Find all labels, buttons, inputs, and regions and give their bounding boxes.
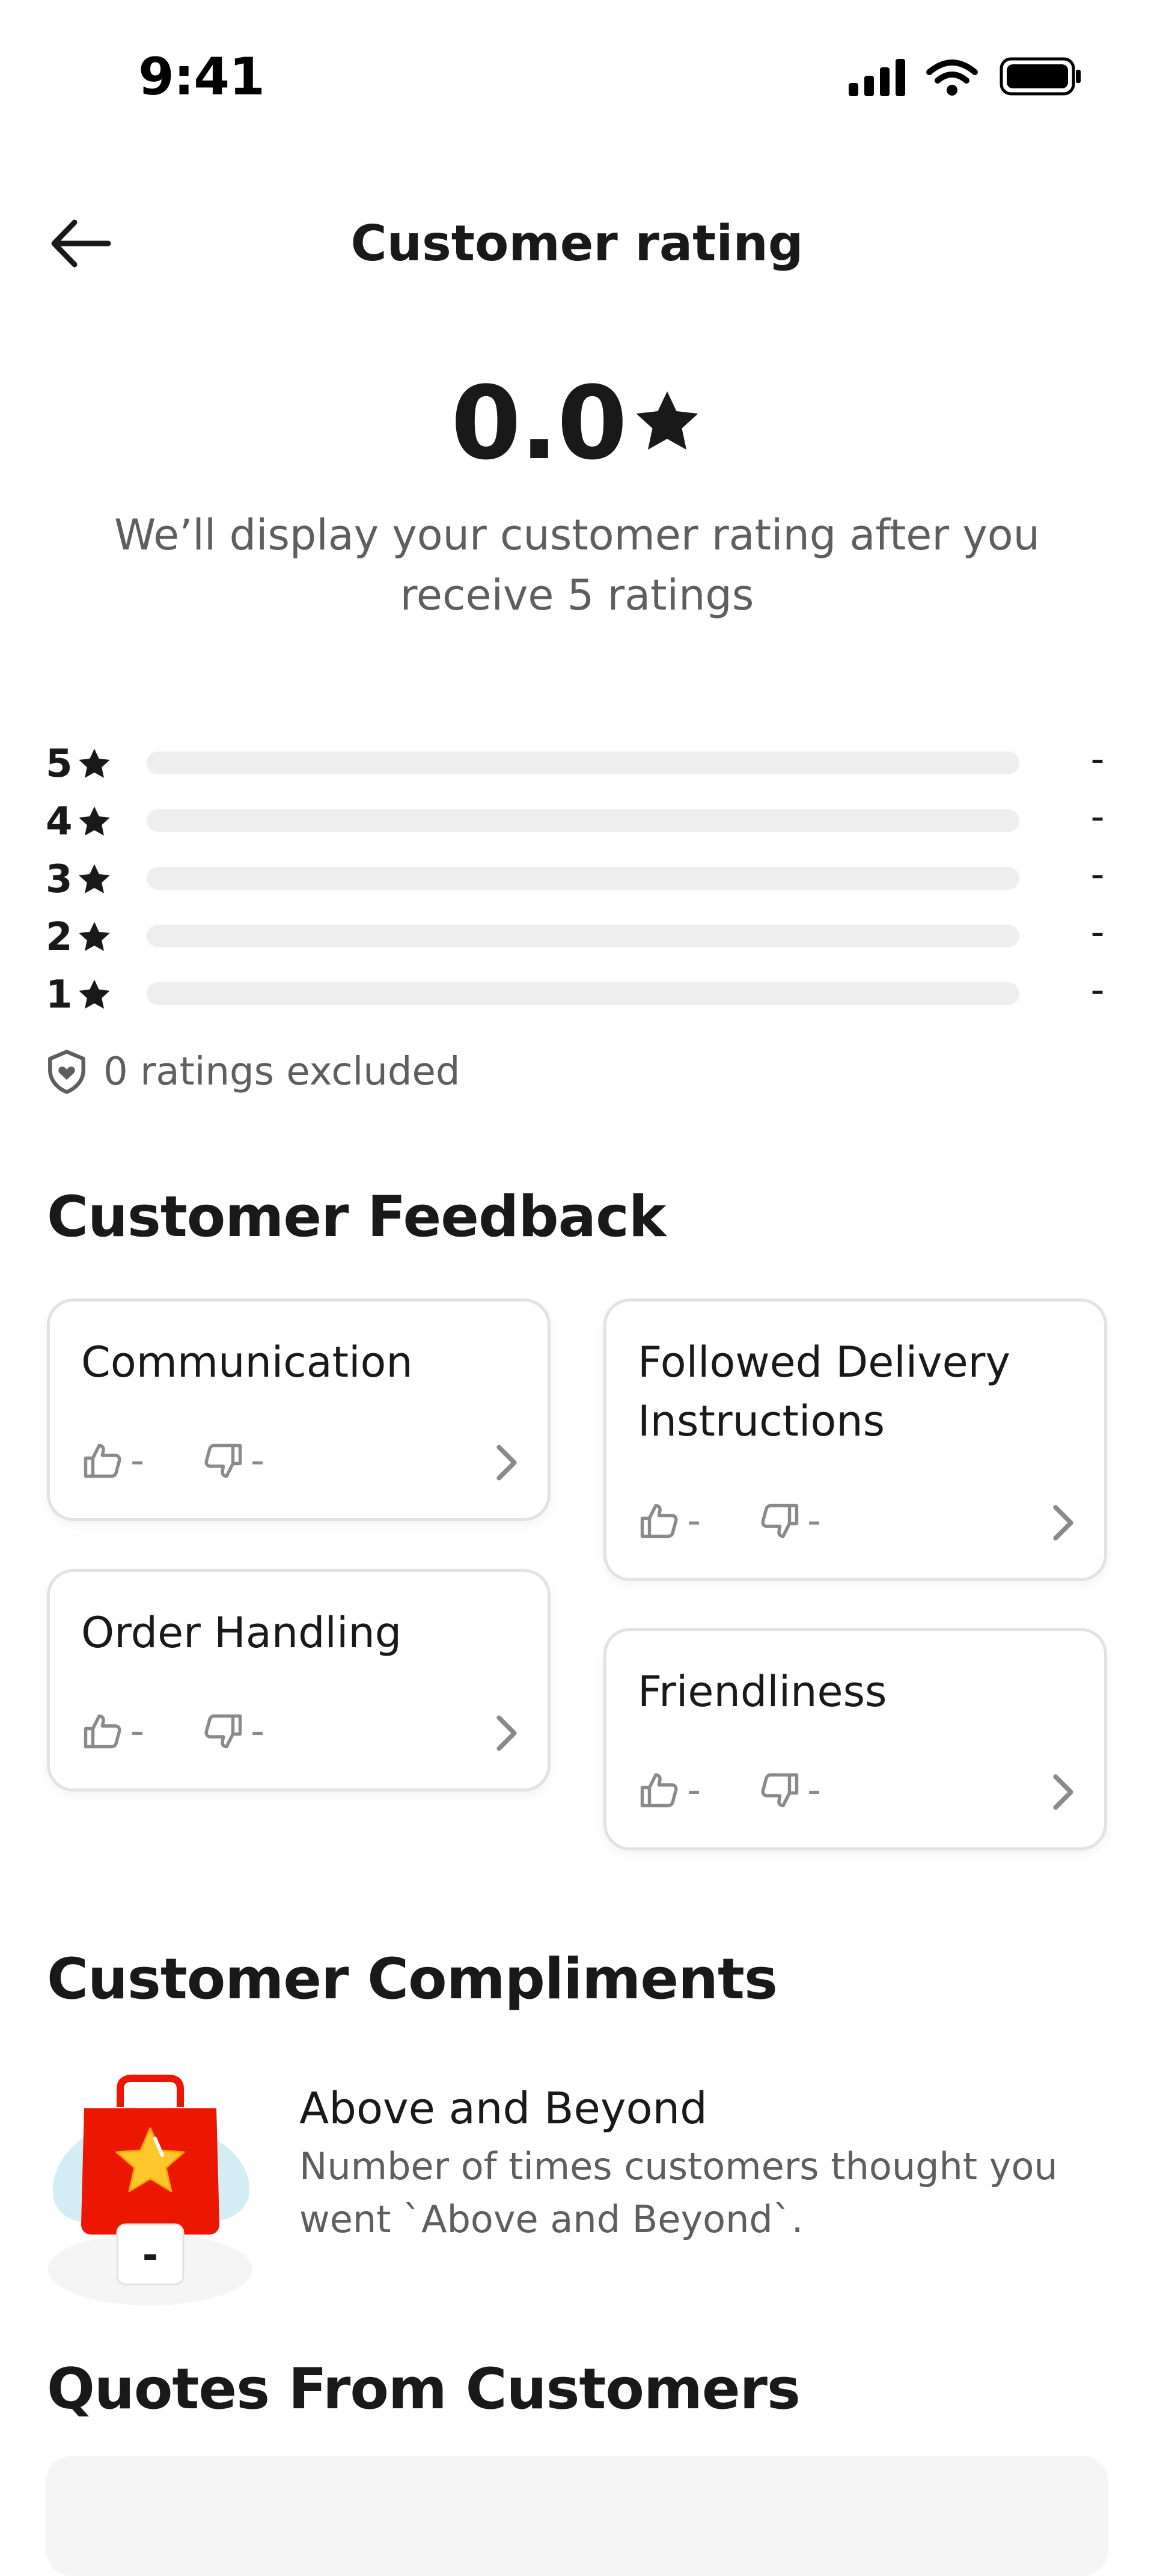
compliment-title: Above and Beyond [299,2083,707,2134]
thumbs-up-count: - [81,1709,144,1754]
feedback-section-title: Customer Feedback [47,1184,666,1250]
ratings-excluded-text: 0 ratings excluded [103,1050,460,1094]
status-bar: 9:41 [0,0,1154,141]
header: Customer rating [0,198,1154,289]
star-icon [78,922,110,951]
wifi-icon [926,60,978,84]
star-icon [78,748,110,778]
feedback-card-title: Order Handling [81,1608,402,1657]
thumbs-down-icon [204,1443,242,1478]
thumbs-up-icon [640,1773,678,1808]
thumbs-down-value: - [807,1499,822,1543]
compliment-count: - [142,2233,159,2278]
distribution-count: - [1090,737,1105,782]
chevron-right-icon [1053,1774,1073,1810]
chevron-right-icon [496,1715,517,1751]
distribution-bar [147,751,1019,774]
signal-icon [849,59,905,96]
thumbs-up-value: - [687,1499,701,1543]
thumbs-up-value: - [130,1439,145,1483]
rating-value: 0.0 [451,364,627,482]
chevron-right-icon [1053,1505,1073,1541]
thumbs-up-value: - [130,1709,145,1754]
thumbs-down-count: - [201,1439,264,1483]
thumbs-up-count: - [638,1499,701,1543]
distribution-count: - [1090,968,1105,1012]
feedback-card-title: Followed Delivery Instructions [638,1338,1010,1446]
shield-icon [48,1050,85,1094]
distribution-bar [147,982,1019,1005]
rating-summary: 0.0 [0,373,1154,474]
thumbs-up-value: - [687,1768,701,1813]
distribution-star-label: 2 [46,915,73,959]
thumbs-up-count: - [638,1768,701,1813]
distribution-bar [147,809,1019,832]
page-title: Customer rating [350,215,804,272]
thumbs-down-count: - [758,1499,821,1543]
distribution-count: - [1090,910,1105,955]
thumbs-up-icon [640,1504,678,1538]
feedback-card-followed-delivery-instructions[interactable]: Followed Delivery Instructions - - [603,1299,1107,1581]
feedback-card-communication[interactable]: Communication - - [47,1299,551,1521]
thumbs-down-count: - [201,1709,264,1754]
rating-note: We’ll display your customer rating after… [114,510,1040,620]
compliments-section-title: Customer Compliments [47,1947,778,2012]
battery-icon [1000,57,1081,96]
feedback-card-title: Friendliness [638,1667,887,1716]
chevron-right-icon [496,1445,517,1481]
thumbs-down-value: - [807,1768,822,1813]
distribution-count: - [1090,795,1105,839]
distribution-row: 3 - [46,849,1110,907]
distribution-bar [147,925,1019,947]
star-icon [78,806,110,836]
status-icons [841,55,1082,97]
thumbs-up-icon [84,1443,121,1478]
distribution-row: 4 - [46,791,1110,849]
quotes-section-title: Quotes From Customers [47,2357,801,2422]
thumbs-up-icon [84,1714,121,1749]
distribution-row: 2 - [46,907,1110,964]
distribution-star-label: 4 [46,800,73,844]
distribution-bar [147,867,1019,890]
distribution-star-label: 5 [46,742,73,786]
feedback-card-order-handling[interactable]: Order Handling - - [47,1569,551,1791]
thumbs-down-icon [204,1714,242,1749]
compliment-description: Number of times customers thought you we… [299,2144,1058,2241]
thumbs-down-icon [761,1773,799,1808]
above-and-beyond-badge: - [48,2071,252,2305]
thumbs-down-value: - [251,1439,265,1483]
ratings-excluded: 0 ratings excluded [46,1049,460,1095]
star-icon [78,864,110,893]
distribution-count: - [1090,852,1105,897]
star-icon [78,979,110,1009]
thumbs-down-icon [761,1504,799,1538]
distribution-star-label: 1 [46,973,73,1017]
distribution-row: 1 - [46,964,1110,1022]
distribution-star-label: 3 [46,857,73,902]
rating-distribution: 5 - 4 - 3 - 2 - 1 - [46,733,1110,1022]
thumbs-down-value: - [251,1709,265,1754]
thumbs-up-count: - [81,1439,144,1483]
thumbs-down-count: - [758,1768,821,1813]
star-icon [636,391,698,450]
distribution-row: 5 - [46,733,1110,791]
feedback-card-friendliness[interactable]: Friendliness - - [603,1628,1107,1850]
feedback-card-title: Communication [81,1338,413,1387]
status-time: 9:41 [138,47,265,107]
quotes-container [46,2456,1108,2576]
